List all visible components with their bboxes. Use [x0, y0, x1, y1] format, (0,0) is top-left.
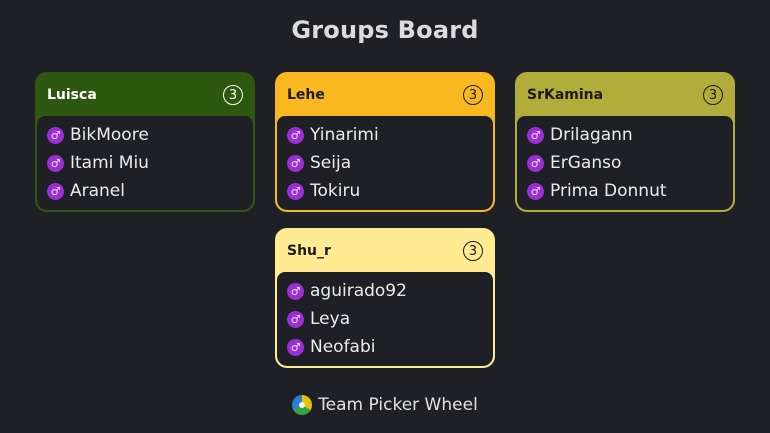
- group-card-lehe: Lehe 3 ♂ Yinarimi ♂ Seija ♂ Tokiru: [275, 72, 495, 212]
- male-gender-icon: ♂: [527, 182, 544, 200]
- member-name: Aranel: [70, 181, 125, 201]
- footer-label: Team Picker Wheel: [318, 395, 478, 415]
- list-item: ♂ ErGanso: [527, 149, 723, 177]
- male-gender-icon: ♂: [287, 182, 304, 200]
- group-member-list: ♂ BikMoore ♂ Itami Miu ♂ Aranel: [37, 116, 253, 210]
- male-gender-icon: ♂: [47, 182, 64, 200]
- group-header: Shu_r 3: [277, 230, 493, 272]
- group-card-luisca: Luisca 3 ♂ BikMoore ♂ Itami Miu ♂ Aranel: [35, 72, 255, 212]
- group-count-badge: 3: [463, 241, 483, 261]
- list-item: ♂ Neofabi: [287, 333, 483, 361]
- group-card-srkamina: SrKamina 3 ♂ Drilagann ♂ ErGanso ♂ Prima…: [515, 72, 735, 212]
- team-picker-wheel-logo-icon: [292, 395, 313, 415]
- member-name: Tokiru: [310, 181, 361, 201]
- list-item: ♂ Leya: [287, 305, 483, 333]
- member-name: BikMoore: [70, 125, 149, 145]
- member-name: Prima Donnut: [550, 181, 667, 201]
- male-gender-icon: ♂: [287, 154, 304, 172]
- list-item: ♂ Itami Miu: [47, 149, 243, 177]
- group-header: Luisca 3: [37, 74, 253, 116]
- male-gender-icon: ♂: [287, 282, 304, 300]
- group-card-shu-r: Shu_r 3 ♂ aguirado92 ♂ Leya ♂ Neofabi: [275, 228, 495, 368]
- group-member-list: ♂ Drilagann ♂ ErGanso ♂ Prima Donnut: [517, 116, 733, 210]
- list-item: ♂ Drilagann: [527, 121, 723, 149]
- member-name: ErGanso: [550, 153, 622, 173]
- member-name: Seija: [310, 153, 352, 173]
- footer-branding[interactable]: Team Picker Wheel: [0, 395, 770, 415]
- member-name: Itami Miu: [70, 153, 149, 173]
- member-name: Drilagann: [550, 125, 633, 145]
- male-gender-icon: ♂: [287, 126, 304, 144]
- group-member-list: ♂ Yinarimi ♂ Seija ♂ Tokiru: [277, 116, 493, 210]
- male-gender-icon: ♂: [287, 338, 304, 356]
- male-gender-icon: ♂: [47, 154, 64, 172]
- group-member-list: ♂ aguirado92 ♂ Leya ♂ Neofabi: [277, 272, 493, 366]
- list-item: ♂ Yinarimi: [287, 121, 483, 149]
- list-item: ♂ Aranel: [47, 177, 243, 205]
- group-name: SrKamina: [527, 87, 604, 103]
- group-count-badge: 3: [463, 85, 483, 105]
- male-gender-icon: ♂: [527, 126, 544, 144]
- page-title: Groups Board: [291, 16, 479, 44]
- member-name: Leya: [310, 309, 351, 329]
- member-name: Yinarimi: [310, 125, 379, 145]
- list-item: ♂ Seija: [287, 149, 483, 177]
- list-item: ♂ Tokiru: [287, 177, 483, 205]
- group-count-badge: 3: [223, 85, 243, 105]
- group-header: SrKamina 3: [517, 74, 733, 116]
- group-count-badge: 3: [703, 85, 723, 105]
- male-gender-icon: ♂: [47, 126, 64, 144]
- member-name: aguirado92: [310, 281, 407, 301]
- group-name: Lehe: [287, 87, 325, 103]
- group-name: Shu_r: [287, 243, 331, 259]
- list-item: ♂ aguirado92: [287, 277, 483, 305]
- list-item: ♂ BikMoore: [47, 121, 243, 149]
- group-header: Lehe 3: [277, 74, 493, 116]
- male-gender-icon: ♂: [287, 310, 304, 328]
- member-name: Neofabi: [310, 337, 376, 357]
- male-gender-icon: ♂: [527, 154, 544, 172]
- list-item: ♂ Prima Donnut: [527, 177, 723, 205]
- group-name: Luisca: [47, 87, 97, 103]
